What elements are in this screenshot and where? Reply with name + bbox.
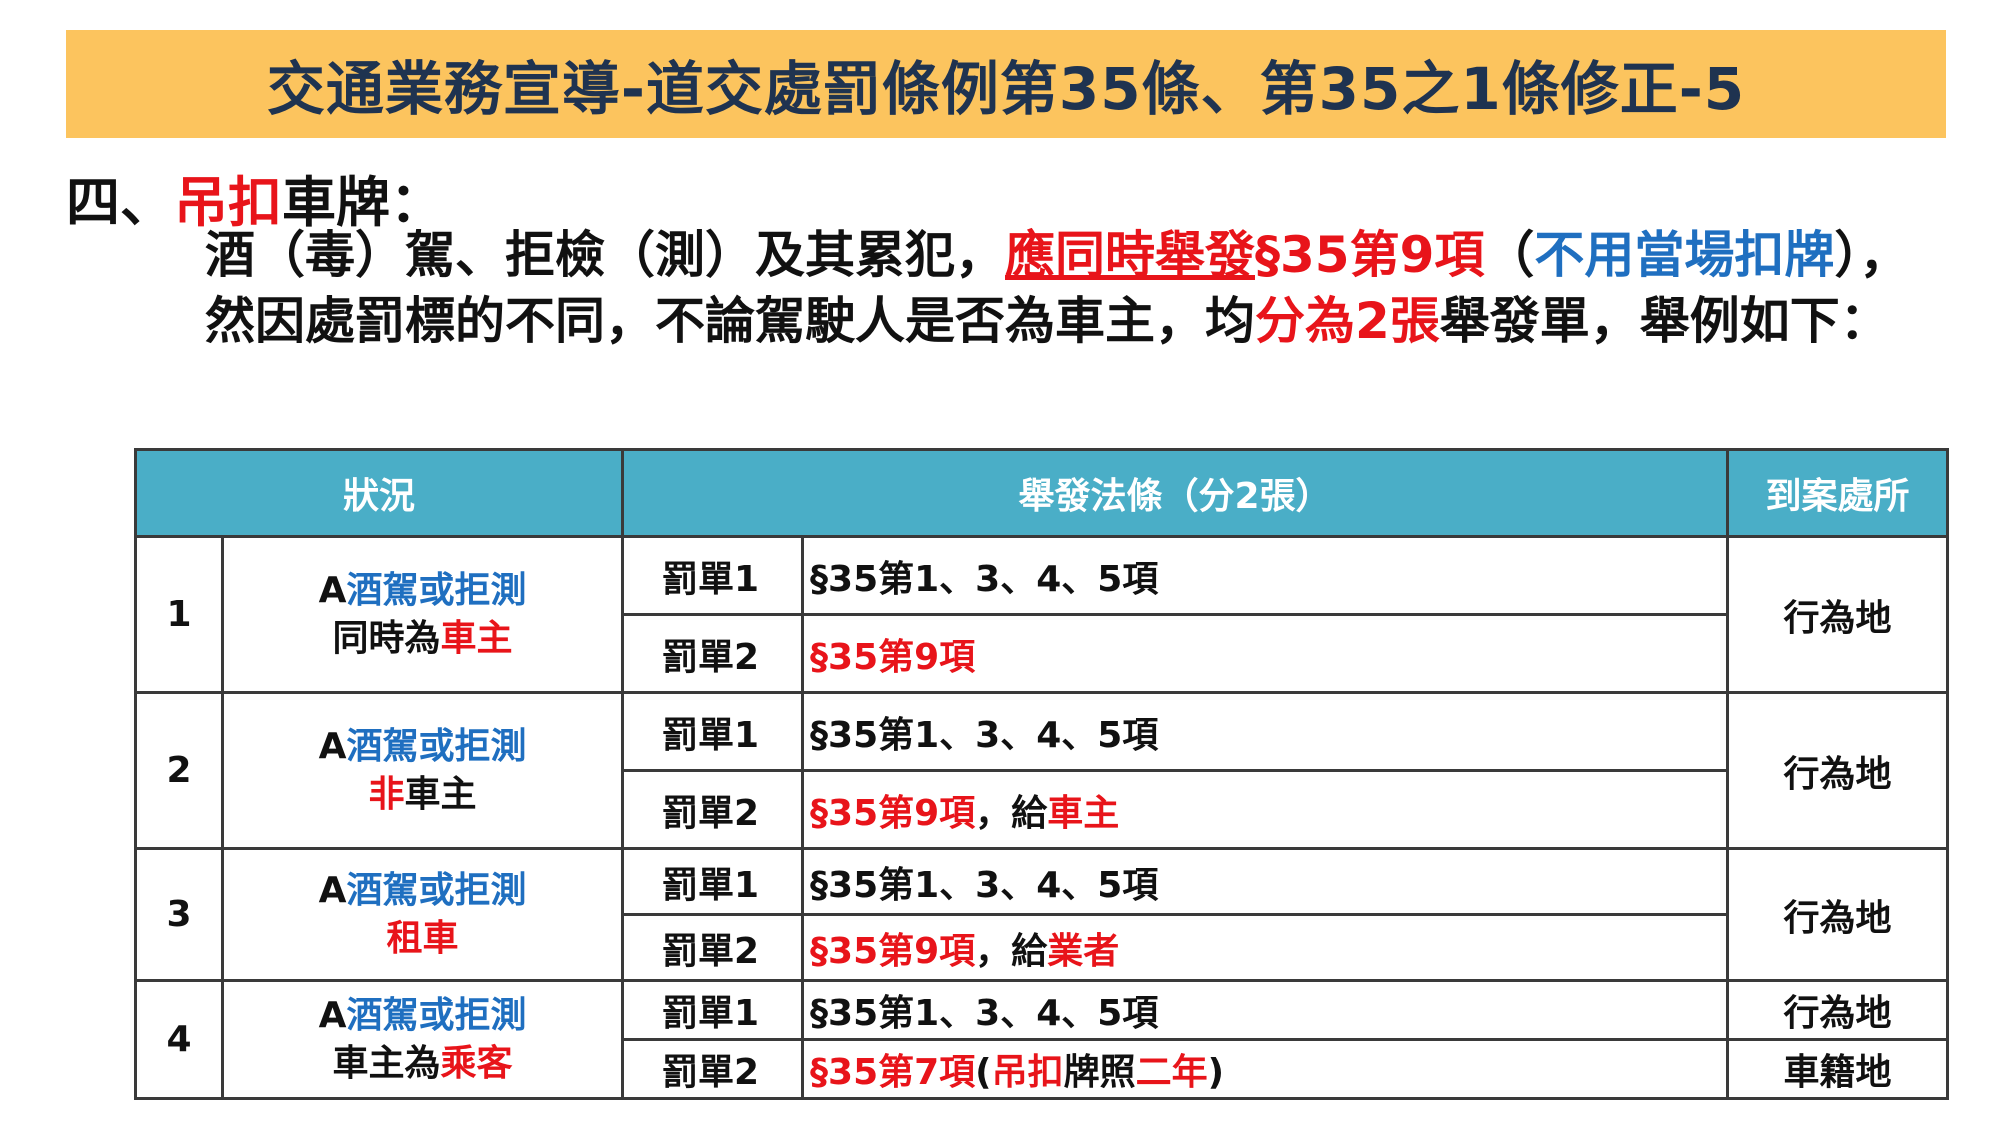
situation-a: A	[318, 569, 347, 611]
ticket-label: 罰單1	[621, 847, 805, 916]
ticket-law: §35第7項(吊扣牌照二年)	[801, 1038, 1730, 1100]
ticket-law: §35第1、3、4、5項	[801, 979, 1730, 1041]
row-place-registration: 車籍地	[1726, 1038, 1950, 1100]
ticket-law: §35第1、3、4、5項	[801, 535, 1730, 616]
row-number: 1	[134, 535, 224, 694]
row-place: 行為地	[1726, 979, 1950, 1041]
ticket-law: §35第1、3、4、5項	[801, 691, 1730, 772]
table-row: 3 A酒駕或拒測 租車 罰單1 §35第1、3、4、5項 行為地	[134, 847, 1950, 982]
ticket-label: 罰單1	[621, 535, 805, 616]
row-number: 4	[134, 979, 224, 1100]
row-situation: A酒駕或拒測 車主為乘客	[220, 979, 625, 1100]
header-place: 到案處所	[1726, 448, 1950, 538]
situation-act: 酒駕或拒測	[346, 569, 527, 611]
ticket-label: 罰單2	[621, 613, 805, 694]
law-part: )	[1207, 1052, 1225, 1093]
situation-s2: 非	[368, 773, 405, 815]
para-part-4: （	[1484, 226, 1535, 284]
situation-s3: 車主	[404, 773, 477, 815]
ticket-label: 罰單2	[621, 769, 805, 850]
title-banner: 交通業務宣導-道交處罰條例第35條、第35之1條修正-5	[66, 30, 1946, 138]
situation-s2: 乘客	[440, 1042, 513, 1084]
law-part: 二年	[1135, 1052, 1208, 1093]
ticket-table: 狀況 舉發法條（分2張） 到案處所 1 A酒駕或拒測 同時為車主 罰單1 §35…	[133, 448, 1950, 1100]
law-part: 車主	[1047, 792, 1120, 834]
situation-s1: 車主為	[332, 1042, 441, 1084]
para-part-7: 分為2張	[1255, 292, 1440, 350]
situation-a: A	[318, 725, 347, 767]
header-situation: 狀況	[133, 448, 625, 538]
para-part-8: 舉發單，舉例如下：	[1439, 292, 1890, 350]
para-part-5: 不用當場扣牌	[1534, 226, 1835, 284]
table-row: 2 A酒駕或拒測 非車主 罰單1 §35第1、3、4、5項 行為地	[134, 691, 1950, 850]
situation-act: 酒駕或拒測	[346, 994, 527, 1036]
ticket-law: §35第1、3、4、5項	[801, 847, 1730, 916]
table-row: 4 A酒駕或拒測 車主為乘客 罰單1 §35第1、3、4、5項 行為地	[134, 979, 1950, 1100]
law-part: (	[975, 1052, 992, 1093]
situation-a: A	[318, 869, 347, 911]
row-situation: A酒駕或拒測 同時為車主	[220, 535, 625, 694]
situation-s2: 租車	[386, 917, 459, 959]
situation-s2: 車主	[440, 617, 513, 659]
row-place: 行為地	[1726, 535, 1950, 694]
para-part-3: §35第9項	[1255, 226, 1485, 284]
row-situation: A酒駕或拒測 非車主	[220, 691, 625, 850]
row-number: 2	[134, 691, 224, 850]
situation-s1: 同時為	[332, 617, 441, 659]
law-part: §35第9項	[810, 792, 976, 834]
ticket-law: §35第9項	[801, 613, 1730, 694]
row-place: 行為地	[1726, 847, 1950, 982]
section-prefix: 四、	[66, 171, 174, 234]
ticket-law: §35第9項，給業者	[801, 913, 1730, 982]
explanation-paragraph: 酒（毒）駕、拒檢（測）及其累犯，應同時舉發§35第9項（不用當場扣牌），然因處罰…	[205, 222, 1935, 354]
law-part: §35第9項	[810, 636, 976, 678]
ticket-label: 罰單2	[621, 1038, 805, 1100]
ticket-label: 罰單1	[621, 979, 805, 1041]
law-part: §35第7項	[810, 1052, 976, 1093]
table-header-row: 狀況 舉發法條（分2張） 到案處所	[133, 448, 1950, 538]
page-title: 交通業務宣導-道交處罰條例第35條、第35之1條修正-5	[266, 55, 1746, 123]
law-part: 牌照	[1063, 1052, 1136, 1093]
header-law: 舉發法條（分2張）	[621, 448, 1730, 538]
ticket-law: §35第9項，給車主	[801, 769, 1730, 850]
row-situation: A酒駕或拒測 租車	[220, 847, 625, 982]
table-row: 1 A酒駕或拒測 同時為車主 罰單1 §35第1、3、4、5項 行為地	[134, 535, 1950, 694]
law-part: ，給	[975, 930, 1048, 972]
situation-act: 酒駕或拒測	[346, 725, 527, 767]
law-part: 業者	[1047, 930, 1120, 972]
para-part-1: 酒（毒）駕、拒檢（測）及其累犯，	[205, 226, 1005, 284]
ticket-label: 罰單2	[621, 913, 805, 982]
para-part-2: 應同時舉發	[1005, 226, 1255, 284]
law-part: 吊扣	[991, 1052, 1064, 1093]
situation-act: 酒駕或拒測	[346, 869, 527, 911]
ticket-label: 罰單1	[621, 691, 805, 772]
row-place: 行為地	[1726, 691, 1950, 850]
law-part: §35第9項	[810, 930, 976, 972]
law-part: ，給	[975, 792, 1048, 834]
situation-a: A	[318, 994, 347, 1036]
row-number: 3	[134, 847, 224, 982]
